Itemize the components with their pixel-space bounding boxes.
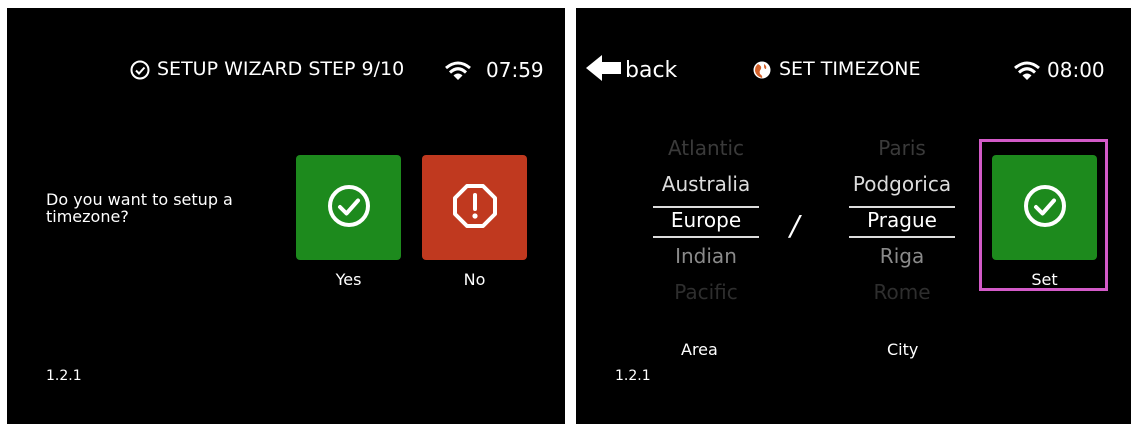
no-label: No (463, 270, 486, 289)
setup-wizard-screen: SETUP WIZARD STEP 9/10 07:59 Do you want… (7, 8, 565, 424)
roller-item[interactable]: Atlantic (646, 136, 766, 160)
wifi-icon (444, 60, 472, 86)
check-circle-icon (1022, 183, 1068, 233)
version-label: 1.2.1 (46, 368, 82, 384)
header-title: SETUP WIZARD STEP 9/10 (157, 58, 405, 80)
yes-label: Yes (335, 270, 362, 289)
globe-icon (752, 60, 772, 84)
question-text: Do you want to setup a timezone? (46, 190, 233, 226)
arrow-left-icon (586, 54, 622, 86)
no-button[interactable] (422, 155, 527, 260)
roller-item-selected[interactable]: Europe (646, 208, 766, 232)
city-roller[interactable]: Paris Podgorica Prague Riga Rome (842, 128, 962, 313)
area-roller[interactable]: Atlantic Australia Europe Indian Pacific (646, 128, 766, 313)
clock: 07:59 (486, 58, 544, 82)
header-title: SET TIMEZONE (779, 58, 921, 80)
check-circle-icon (129, 59, 151, 85)
roller-item[interactable]: Rome (842, 280, 962, 304)
selection-line-bottom (653, 236, 759, 238)
set-label: Set (1031, 270, 1058, 289)
city-label: City (887, 340, 919, 359)
version-label: 1.2.1 (615, 368, 651, 384)
set-button[interactable] (992, 155, 1097, 260)
roller-item[interactable]: Riga (842, 244, 962, 268)
roller-item[interactable]: Indian (646, 244, 766, 268)
roller-item[interactable]: Pacific (646, 280, 766, 304)
warning-octagon-icon (451, 182, 499, 234)
clock: 08:00 (1047, 58, 1105, 82)
check-circle-icon (326, 183, 372, 233)
roller-item[interactable]: Paris (842, 136, 962, 160)
wifi-icon (1013, 60, 1041, 86)
selection-line-bottom (849, 236, 955, 238)
roller-item[interactable]: Australia (646, 172, 766, 196)
separator: / (790, 209, 800, 242)
set-timezone-screen: back SET TIMEZONE 08:00 Atlantic Austral… (576, 8, 1131, 424)
back-button[interactable]: back (586, 54, 677, 86)
roller-item[interactable]: Podgorica (842, 172, 962, 196)
back-label: back (625, 57, 678, 83)
roller-item-selected[interactable]: Prague (842, 208, 962, 232)
area-label: Area (681, 340, 718, 359)
yes-button[interactable] (296, 155, 401, 260)
